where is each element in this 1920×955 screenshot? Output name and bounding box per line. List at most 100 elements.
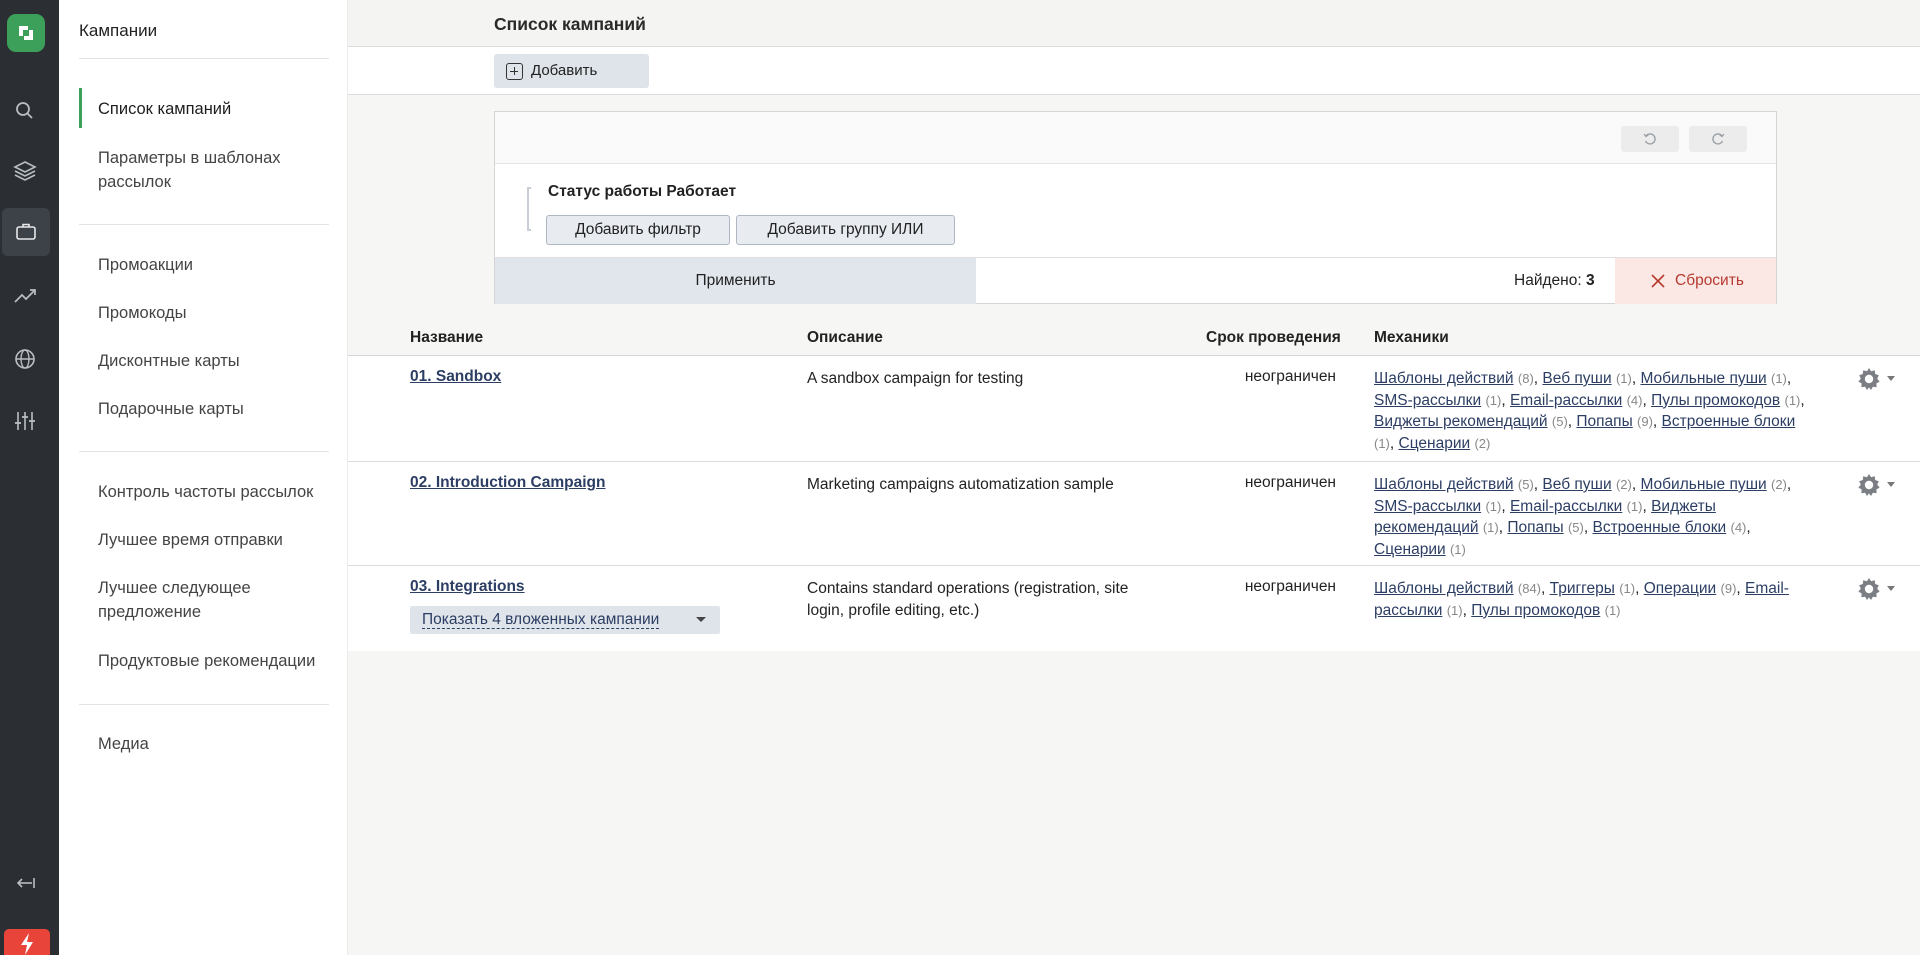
mechanic-count: (5) bbox=[1567, 520, 1584, 535]
globe-icon[interactable] bbox=[12, 346, 38, 372]
campaign-name-link[interactable]: 01. Sandbox bbox=[410, 368, 501, 386]
mechanic-link[interactable]: Пулы промокодов bbox=[1651, 392, 1780, 409]
search-icon[interactable] bbox=[12, 98, 38, 124]
logo-icon[interactable] bbox=[7, 14, 45, 52]
mechanics-list: Шаблоны действий (8), Веб пуши (1), Моби… bbox=[1374, 370, 1805, 452]
mechanic-link[interactable]: Шаблоны действий bbox=[1374, 476, 1514, 493]
sidebar-item-frequency-control[interactable]: Контроль частоты рассылок bbox=[98, 480, 338, 504]
plus-icon bbox=[506, 63, 523, 80]
sidebar-item-promotions[interactable]: Промоакции bbox=[98, 253, 338, 277]
mechanic-link[interactable]: Триггеры bbox=[1550, 580, 1615, 597]
row-actions-button[interactable] bbox=[1856, 366, 1900, 392]
mechanic-link[interactable]: Мобильные пуши bbox=[1640, 476, 1766, 493]
gear-icon bbox=[1858, 578, 1880, 600]
add-filter-button[interactable]: Добавить фильтр bbox=[546, 215, 730, 245]
sidebar-item-discount-cards[interactable]: Дисконтные карты bbox=[98, 349, 338, 373]
page-header: Список кампаний bbox=[348, 0, 1920, 47]
sidebar-item-best-send-time[interactable]: Лучшее время отправки bbox=[98, 528, 338, 552]
mechanic-count: (8) bbox=[1517, 371, 1534, 386]
mechanic-link[interactable]: Пулы промокодов bbox=[1471, 602, 1600, 619]
collapse-icon[interactable] bbox=[12, 870, 38, 896]
campaign-duration: неограничен bbox=[1244, 474, 1336, 491]
mechanic-link[interactable]: Шаблоны действий bbox=[1374, 370, 1514, 387]
gear-icon bbox=[1858, 474, 1880, 496]
column-header-name[interactable]: Название bbox=[410, 329, 483, 347]
mechanic-link[interactable]: Email-рассылки bbox=[1510, 392, 1622, 409]
show-nested-campaigns-dropdown[interactable]: Показать 4 вложенных кампании bbox=[410, 606, 720, 634]
sidebar-item-product-recommendations[interactable]: Продуктовые рекомендации bbox=[98, 649, 338, 673]
briefcase-icon[interactable] bbox=[2, 208, 50, 256]
mechanic-link[interactable]: Мобильные пуши bbox=[1640, 370, 1766, 387]
mechanic-count: (1) bbox=[1784, 392, 1801, 408]
toolbar: Добавить bbox=[348, 47, 1920, 95]
sidebar-item-next-best-offer[interactable]: Лучшее следующее предложение bbox=[98, 576, 338, 624]
campaign-description: A sandbox campaign for testing bbox=[807, 370, 1024, 387]
mechanic-count: (5) bbox=[1551, 414, 1568, 429]
active-indicator bbox=[79, 88, 82, 128]
mechanic-link[interactable]: Попапы bbox=[1576, 413, 1632, 430]
reset-label: Сбросить bbox=[1675, 272, 1744, 289]
sidebar-item-media[interactable]: Медиа bbox=[98, 732, 338, 756]
icon-rail bbox=[0, 0, 59, 955]
campaign-description: Contains standard operations (registrati… bbox=[807, 580, 1129, 619]
filter-condition[interactable]: Статус работы Работает bbox=[548, 183, 736, 201]
mechanic-link[interactable]: Сценарии bbox=[1374, 541, 1446, 558]
redo-button[interactable] bbox=[1689, 126, 1747, 152]
mechanic-link[interactable]: Сценарии bbox=[1399, 435, 1471, 452]
row-actions-button[interactable] bbox=[1856, 472, 1900, 498]
add-or-group-button[interactable]: Добавить группу ИЛИ bbox=[736, 215, 955, 245]
mechanic-link[interactable]: Веб пуши bbox=[1542, 476, 1611, 493]
found-count: Найдено: 3 bbox=[1514, 272, 1595, 290]
mechanic-link[interactable]: Веб пуши bbox=[1542, 370, 1611, 387]
sidebar-item-promocodes[interactable]: Промокоды bbox=[98, 301, 338, 325]
gear-icon bbox=[1858, 368, 1880, 390]
row-actions-button[interactable] bbox=[1856, 576, 1900, 602]
sidebar-item-campaign-list[interactable]: Список кампаний bbox=[98, 97, 338, 121]
filter-group-bracket bbox=[527, 187, 531, 231]
chevron-down-icon bbox=[1887, 376, 1895, 381]
undo-icon bbox=[1643, 133, 1656, 145]
layers-icon[interactable] bbox=[12, 158, 38, 184]
campaign-name-link[interactable]: 03. Integrations bbox=[410, 578, 525, 596]
add-button[interactable]: Добавить bbox=[494, 54, 649, 88]
chevron-down-icon bbox=[1887, 586, 1895, 591]
bolt-icon[interactable] bbox=[4, 929, 50, 955]
found-label: Найдено: bbox=[1514, 272, 1582, 289]
mechanic-count: (2) bbox=[1474, 435, 1491, 451]
mechanic-link[interactable]: Виджеты рекомендаций bbox=[1374, 413, 1548, 430]
column-header-description[interactable]: Описание bbox=[807, 329, 883, 347]
chevron-down-icon bbox=[1887, 482, 1895, 487]
sliders-icon[interactable] bbox=[12, 408, 38, 434]
mechanic-count: (9) bbox=[1637, 414, 1653, 429]
found-number: 3 bbox=[1585, 272, 1595, 289]
campaign-name-link[interactable]: 02. Introduction Campaign bbox=[410, 474, 605, 492]
mechanic-link[interactable]: Email-рассылки bbox=[1510, 498, 1622, 515]
sidebar-item-gift-cards[interactable]: Подарочные карты bbox=[98, 397, 338, 421]
mechanic-link[interactable]: SMS-рассылки bbox=[1374, 392, 1481, 409]
mechanic-link[interactable]: Шаблоны действий bbox=[1374, 580, 1514, 597]
main-content: Список кампаний Добавить Статус работы Р… bbox=[348, 0, 1920, 955]
table-row: 03. Integrations Показать 4 вложенных ка… bbox=[348, 566, 1920, 651]
mechanic-count: (1) bbox=[1626, 498, 1643, 514]
mechanic-count: (2) bbox=[1771, 477, 1787, 492]
trend-icon[interactable] bbox=[12, 283, 38, 309]
mechanic-link[interactable]: Встроенные блоки bbox=[1592, 519, 1726, 536]
table-row: 02. Introduction Campaign Marketing camp… bbox=[348, 462, 1920, 566]
mechanic-count: (1) bbox=[1446, 602, 1463, 618]
column-header-duration[interactable]: Срок проведения bbox=[1206, 329, 1341, 347]
mechanic-link[interactable]: Встроенные блоки bbox=[1662, 413, 1796, 430]
mechanic-count: (9) bbox=[1720, 581, 1737, 596]
column-header-mechanics[interactable]: Механики bbox=[1374, 329, 1449, 347]
reset-button[interactable]: Сбросить bbox=[1615, 258, 1776, 304]
mechanic-count: (1) bbox=[1449, 541, 1466, 557]
mechanic-link[interactable]: Операции bbox=[1644, 580, 1717, 597]
mechanic-count: (1) bbox=[1615, 371, 1632, 386]
mechanic-link[interactable]: Попапы bbox=[1507, 519, 1563, 536]
mechanic-count: (1) bbox=[1482, 520, 1499, 535]
apply-button[interactable]: Применить bbox=[495, 258, 976, 304]
filter-header bbox=[495, 112, 1776, 164]
mechanic-count: (4) bbox=[1730, 520, 1747, 535]
mechanic-link[interactable]: SMS-рассылки bbox=[1374, 498, 1481, 515]
undo-button[interactable] bbox=[1621, 126, 1679, 152]
sidebar-item-template-params[interactable]: Параметры в шаблонах рассылок bbox=[98, 146, 338, 194]
